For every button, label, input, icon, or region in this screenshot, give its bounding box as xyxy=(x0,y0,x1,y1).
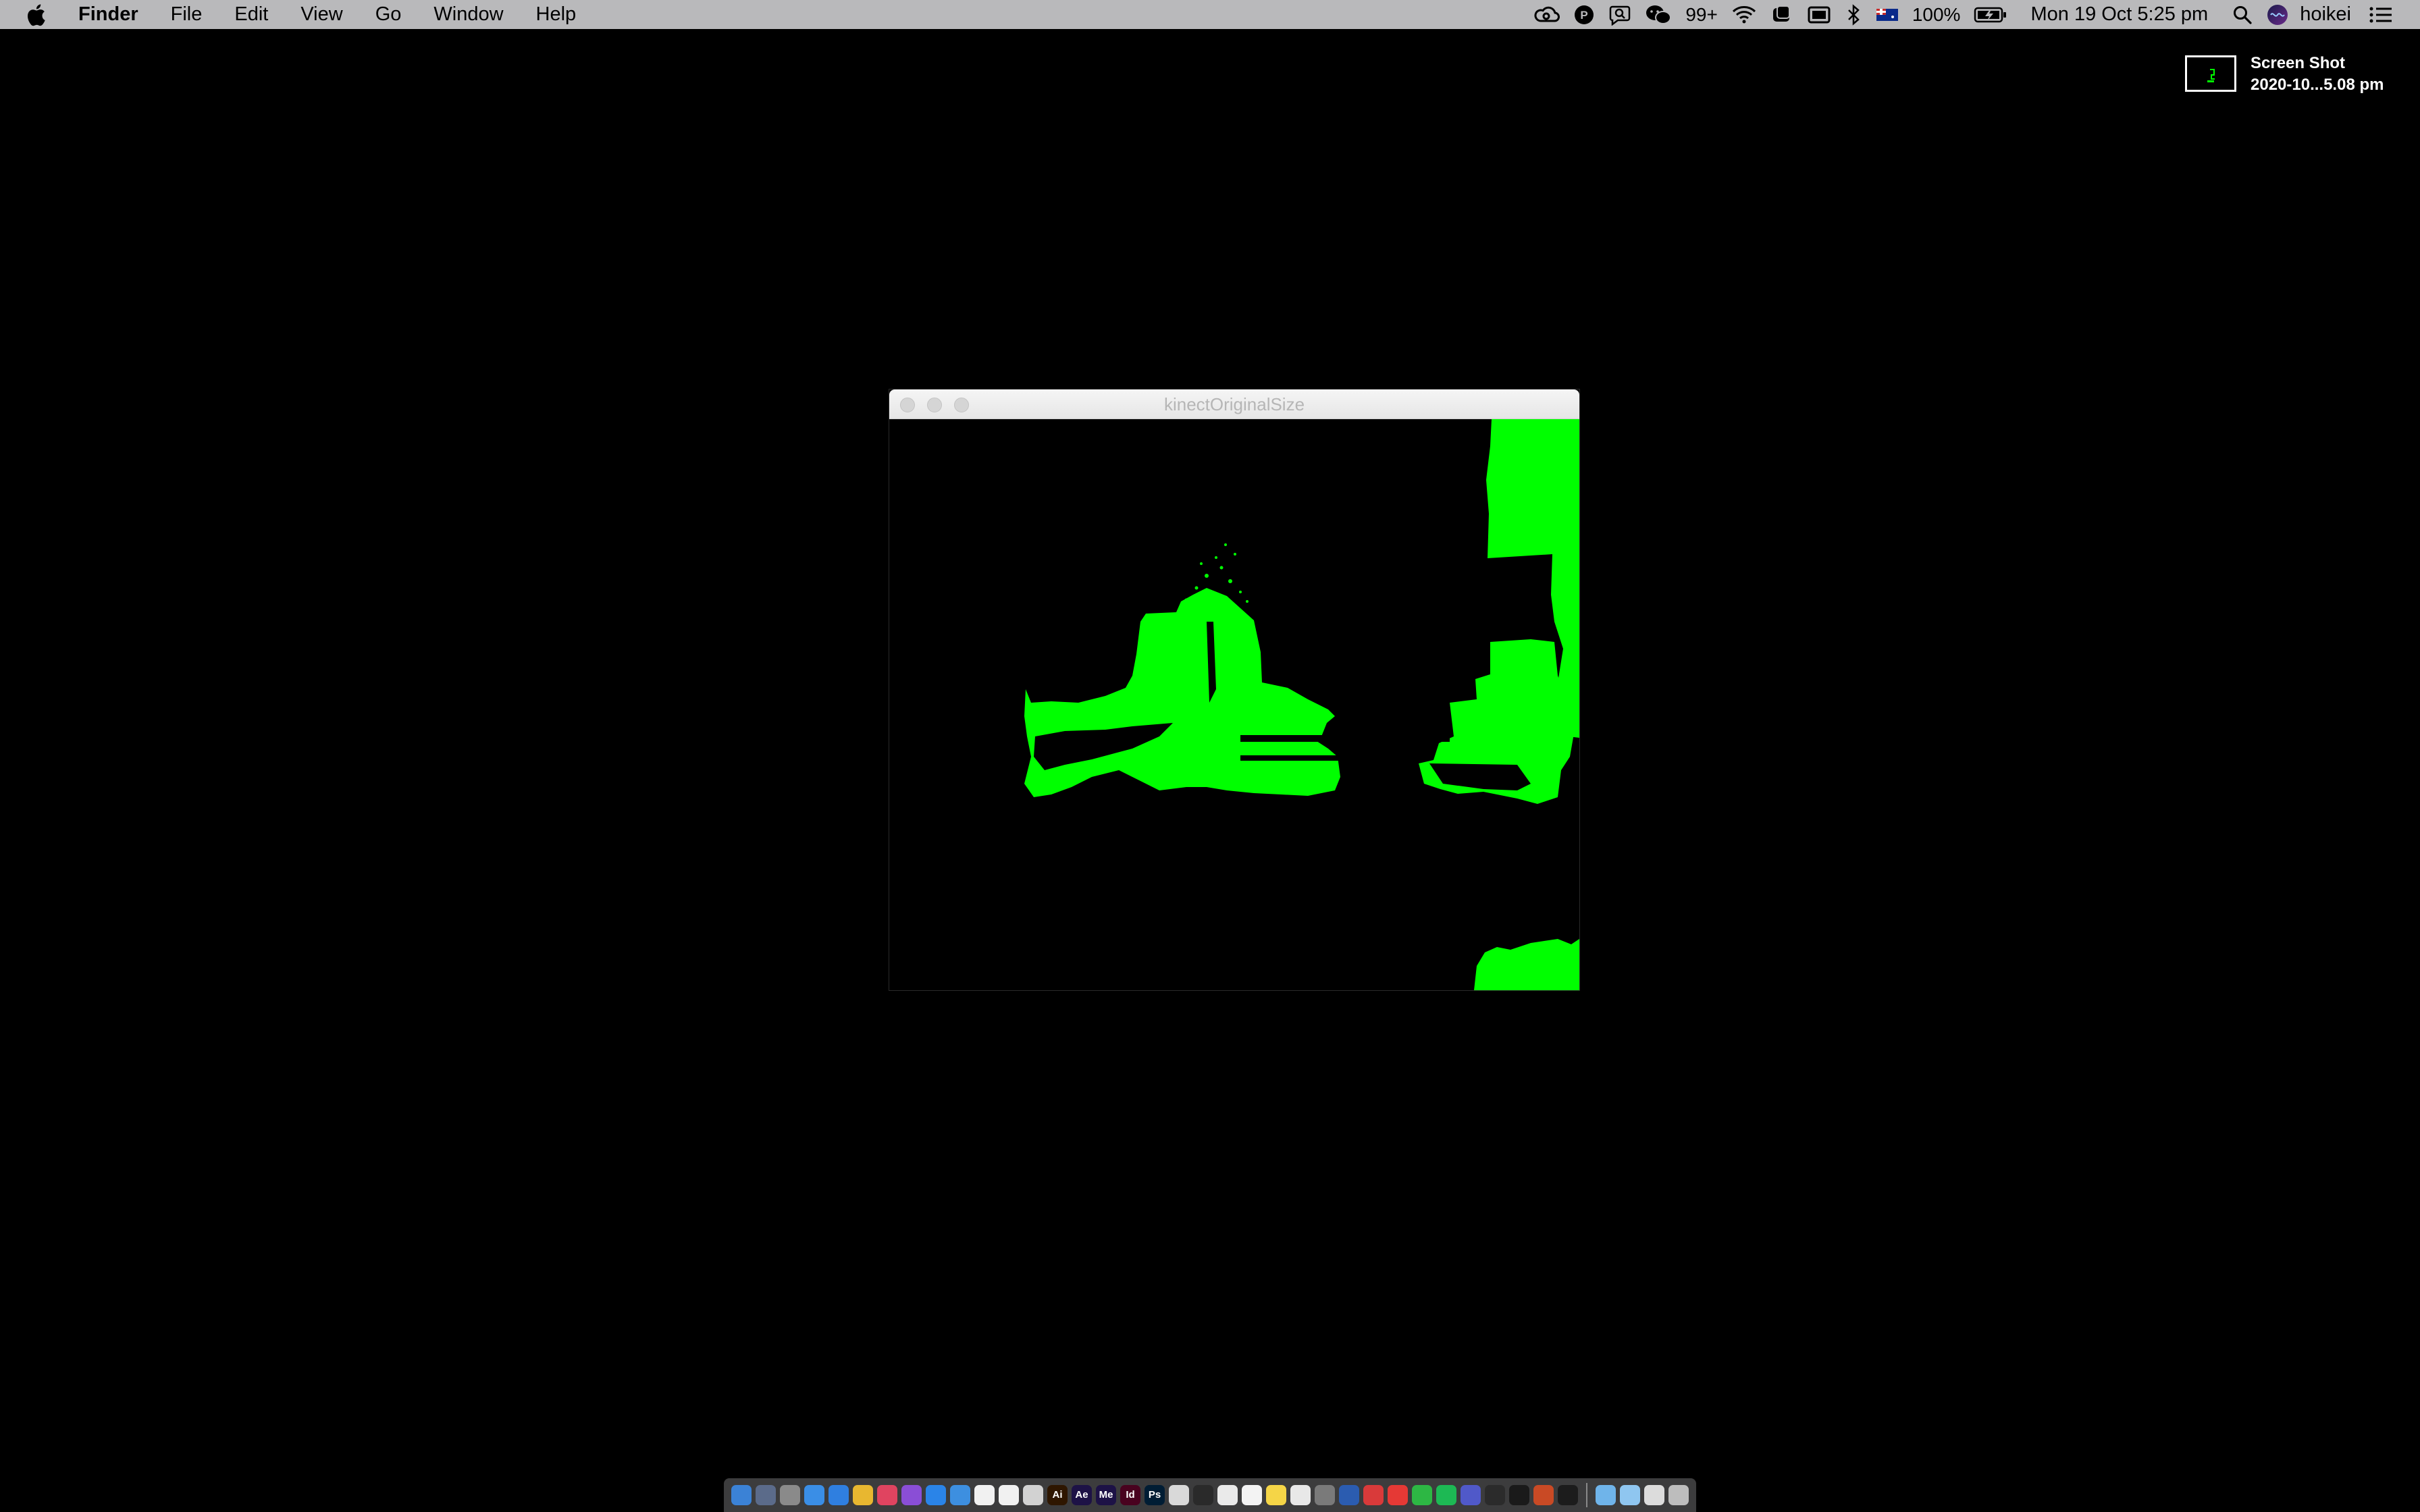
activity-monitor-icon[interactable] xyxy=(1485,1485,1505,1505)
depth-hole-stripe-2 xyxy=(1240,755,1355,761)
quicktime-icon[interactable] xyxy=(1558,1485,1578,1505)
clock[interactable]: Mon 19 Oct 5:25 pm xyxy=(2030,3,2208,26)
user-name[interactable]: hoikei xyxy=(2300,3,2351,26)
file-name-line2: 2020-10...5.08 pm xyxy=(2251,76,2384,94)
camera-icon[interactable] xyxy=(1315,1485,1335,1505)
preview-icon[interactable] xyxy=(1290,1485,1311,1505)
battery-charging-icon[interactable] xyxy=(1974,0,2007,29)
stickies-icon[interactable] xyxy=(1266,1485,1286,1505)
calendar-icon[interactable] xyxy=(999,1485,1019,1505)
depth-image xyxy=(1024,419,1579,990)
launchpad-icon[interactable] xyxy=(756,1485,776,1505)
menu-view[interactable]: View xyxy=(284,0,359,29)
kinect-window: kinectOriginalSize xyxy=(889,389,1580,991)
podcasts-icon[interactable] xyxy=(901,1485,922,1505)
notification-count[interactable]: 99+ xyxy=(1685,0,1718,29)
notes-icon[interactable] xyxy=(974,1485,995,1505)
creative-cloud-icon[interactable] xyxy=(1023,1485,1043,1505)
textedit-icon[interactable] xyxy=(1242,1485,1262,1505)
acrobat-icon[interactable] xyxy=(1217,1485,1238,1505)
youdao-icon[interactable] xyxy=(1388,1485,1408,1505)
wechat-icon[interactable] xyxy=(1412,1485,1432,1505)
menu-go[interactable]: Go xyxy=(359,0,418,29)
wifi-icon[interactable] xyxy=(1731,0,1757,29)
menu-app-finder[interactable]: Finder xyxy=(72,0,155,29)
downloads-folder-icon[interactable] xyxy=(1620,1485,1640,1505)
desktop-file-label: Screen Shot 2020-10...5.08 pm xyxy=(2251,53,2413,96)
desktop-file-screenshot[interactable]: Screen Shot 2020-10...5.08 pm xyxy=(2180,51,2409,99)
cloud-sync-icon[interactable] xyxy=(1770,0,1793,29)
chrome-icon[interactable] xyxy=(853,1485,873,1505)
safari-compass-icon[interactable] xyxy=(804,1485,824,1505)
system-preferences-icon[interactable] xyxy=(780,1485,800,1505)
menu-bar: Finder File Edit View Go Window Help P 9… xyxy=(0,0,2420,29)
battery-percent[interactable]: 100% xyxy=(1912,0,1961,29)
dock-separator xyxy=(1586,1483,1587,1507)
mail-icon[interactable] xyxy=(950,1485,970,1505)
window-title: kinectOriginalSize xyxy=(1163,394,1305,414)
bluetooth-icon[interactable] xyxy=(1845,0,1862,29)
word-icon[interactable] xyxy=(1339,1485,1359,1505)
depth-hole-stripe-1 xyxy=(1240,735,1409,742)
illustrator-icon[interactable]: Ai xyxy=(1047,1485,1068,1505)
depth-blob-sofa xyxy=(1024,588,1340,797)
indesign-icon[interactable]: Id xyxy=(1120,1485,1140,1505)
spotify-icon[interactable] xyxy=(1436,1485,1456,1505)
wechat-icon[interactable] xyxy=(1645,0,1672,29)
menu-edit[interactable]: Edit xyxy=(218,0,284,29)
pasta-p-icon[interactable]: P xyxy=(1573,0,1595,29)
after-effects-icon[interactable]: Ae xyxy=(1072,1485,1092,1505)
photoshop-icon[interactable]: Ps xyxy=(1145,1485,1165,1505)
display-icon[interactable] xyxy=(1807,0,1831,29)
app-store-icon[interactable] xyxy=(926,1485,946,1505)
dock: Ai Ae Me Id Ps xyxy=(724,1478,1696,1512)
media-encoder-icon[interactable]: Me xyxy=(1096,1485,1116,1505)
spotlight-search-icon[interactable] xyxy=(2232,0,2253,29)
svg-text:P: P xyxy=(1581,9,1588,22)
screenshot-stack-icon[interactable] xyxy=(1644,1485,1664,1505)
qr-icon[interactable] xyxy=(1169,1485,1189,1505)
menu-file[interactable]: File xyxy=(155,0,219,29)
processing-icon[interactable] xyxy=(1193,1485,1213,1505)
apple-menu-icon[interactable] xyxy=(26,3,46,26)
music-icon[interactable] xyxy=(877,1485,897,1505)
depth-blob-floor xyxy=(1474,939,1579,990)
menu-help[interactable]: Help xyxy=(520,0,593,29)
search-bubble-icon[interactable] xyxy=(1608,0,1631,29)
folder-icon[interactable] xyxy=(1596,1485,1616,1505)
screenshot-thumbnail-icon xyxy=(2185,55,2236,92)
depth-hole-stripe-3 xyxy=(1402,736,1450,742)
depth-canvas[interactable] xyxy=(889,419,1579,990)
siri-icon[interactable] xyxy=(2266,0,2289,29)
terminal-icon[interactable] xyxy=(1509,1485,1529,1505)
safari-icon[interactable] xyxy=(828,1485,849,1505)
menu-window[interactable]: Window xyxy=(417,0,519,29)
powerpoint-icon[interactable] xyxy=(1533,1485,1554,1505)
window-titlebar[interactable]: kinectOriginalSize xyxy=(889,389,1579,419)
input-source-flag-icon[interactable] xyxy=(1876,0,1899,29)
notification-center-icon[interactable] xyxy=(2369,0,2393,29)
creative-cloud-icon[interactable] xyxy=(1533,0,1560,29)
trash-icon[interactable] xyxy=(1668,1485,1689,1505)
teams-icon[interactable] xyxy=(1461,1485,1481,1505)
netease-music-icon[interactable] xyxy=(1363,1485,1384,1505)
file-name-line1: Screen Shot xyxy=(2251,54,2346,72)
finder-icon[interactable] xyxy=(731,1485,752,1505)
